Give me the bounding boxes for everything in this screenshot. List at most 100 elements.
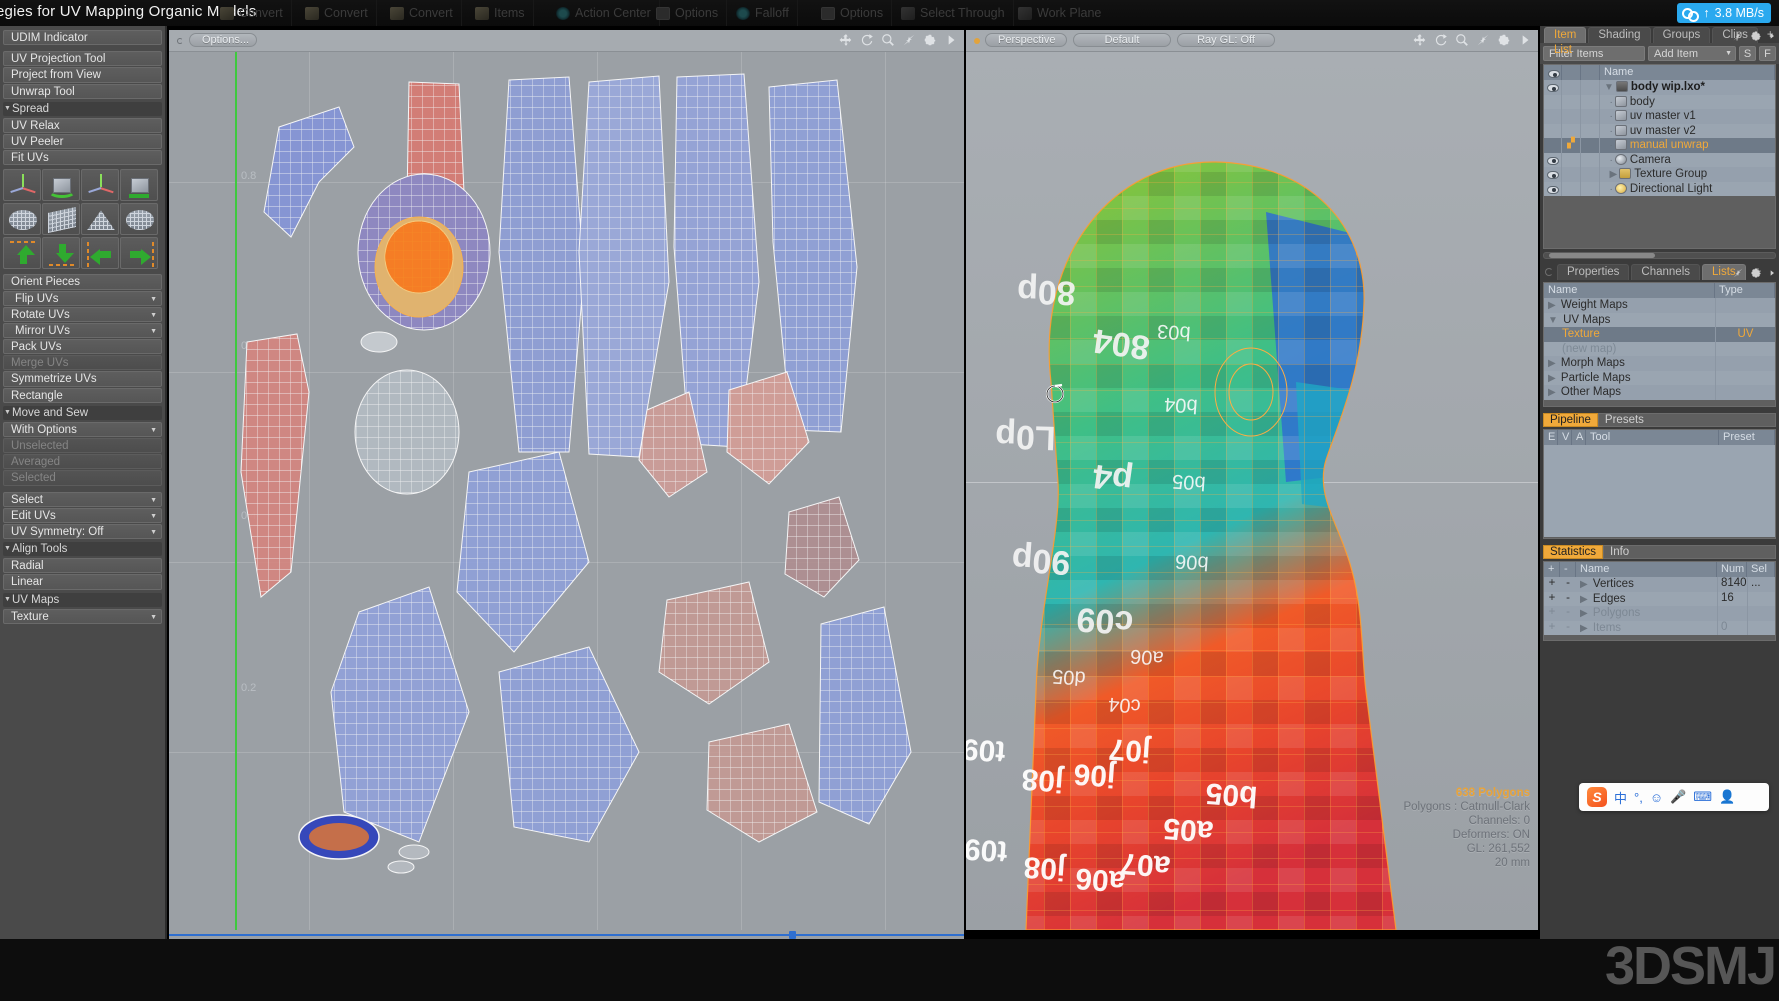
zoom-icon[interactable] (1455, 33, 1469, 47)
gear-icon[interactable] (923, 33, 937, 47)
scene-button[interactable]: S (1739, 46, 1756, 61)
toolbar-group-convert-3[interactable]: Convert (382, 0, 462, 26)
perspective-viewport[interactable]: Perspective Default Ray GL: Off 80p 804 … (966, 30, 1538, 930)
table-row[interactable]: ▞ · manual unwrap (1544, 138, 1775, 153)
rotate-cube-icon[interactable] (42, 169, 80, 202)
ime-language-toggle[interactable]: 中 (1614, 788, 1627, 807)
add-stat-button[interactable]: + (1544, 577, 1560, 592)
tab-info[interactable]: Info (1603, 545, 1776, 559)
expand-icon[interactable] (1732, 30, 1744, 42)
gear-icon[interactable] (1750, 267, 1762, 279)
table-row[interactable]: ▼ body wip.lxo* (1544, 80, 1775, 95)
perspective-canvas[interactable]: 80p 804 L0p p4 90p c09 b03 b04 b05 b06 d… (966, 52, 1538, 930)
sidebar-item-uv-projection-tool[interactable]: UV Projection Tool (3, 51, 162, 67)
tab-channels[interactable]: Channels (1631, 264, 1701, 280)
pipeline-empty-area[interactable] (1544, 445, 1775, 537)
lock-toggle[interactable] (1562, 123, 1581, 138)
chevron-right-icon[interactable] (1768, 267, 1776, 279)
list-item[interactable]: ▶ Particle Maps (1544, 370, 1775, 385)
sidebar-item-udim-indicator[interactable]: UDIM Indicator (3, 30, 162, 46)
add-item-dropdown[interactable]: Add Item (1648, 46, 1736, 61)
gear-icon[interactable] (1750, 30, 1762, 42)
table-row[interactable]: + - ▶ Vertices 8140 ... (1544, 577, 1775, 592)
toolbar-group-work-plane[interactable]: Work Plane (1010, 0, 1109, 26)
sidebar-item-orient-pieces[interactable]: Orient Pieces (3, 274, 162, 290)
lock-toggle[interactable] (1562, 181, 1581, 196)
spherical-mesh-icon[interactable] (120, 203, 158, 236)
list-item[interactable]: ▶ Other Maps (1544, 385, 1775, 400)
view-mode-button[interactable]: Perspective (985, 33, 1067, 47)
axis-toggle[interactable] (1581, 80, 1600, 95)
align-top-icon[interactable] (3, 237, 41, 270)
lock-toggle[interactable] (1562, 152, 1581, 167)
toolbar-group-select-through[interactable]: Select Through (893, 0, 1014, 26)
sidebar-item-symmetrize-uvs[interactable]: Symmetrize UVs (3, 371, 162, 387)
panel-menu-dot-icon[interactable] (1542, 265, 1555, 278)
sidebar-section-spread[interactable]: Spread (3, 101, 162, 116)
visibility-toggle[interactable] (1544, 109, 1562, 124)
table-row[interactable]: + - ▶ Edges 16 (1544, 591, 1775, 607)
rotate-icon[interactable] (860, 33, 874, 47)
flatten-mesh-icon[interactable] (3, 203, 41, 236)
toolbar-group-options-2[interactable]: Options (813, 0, 893, 26)
axis-toggle[interactable] (1581, 167, 1600, 182)
axis-toggle[interactable] (1581, 123, 1600, 138)
pan-icon[interactable] (1413, 33, 1427, 47)
sidebar-item-select[interactable]: Select (3, 491, 162, 507)
sidebar-item-uv-peeler[interactable]: UV Peeler (3, 133, 162, 150)
sidebar-section-move-and-sew[interactable]: Move and Sew (3, 405, 162, 420)
tab-properties[interactable]: Properties (1557, 264, 1630, 280)
rotate-icon[interactable] (1434, 33, 1448, 47)
fit-icon[interactable] (1476, 33, 1490, 47)
axis-toggle[interactable] (1581, 152, 1600, 167)
expand-icon[interactable] (1732, 267, 1744, 279)
lock-toggle[interactable] (1562, 94, 1581, 109)
axis-toggle[interactable] (1581, 94, 1600, 109)
chevron-right-icon[interactable] (1518, 33, 1532, 47)
lock-toggle[interactable] (1562, 109, 1581, 124)
visibility-toggle[interactable] (1544, 181, 1562, 196)
filter-button[interactable]: F (1759, 46, 1776, 61)
viewport-menu-dot-icon[interactable] (974, 38, 980, 44)
sogou-logo-icon[interactable]: S (1587, 787, 1607, 807)
toolbar-group-items[interactable]: Items (467, 0, 534, 26)
pan-icon[interactable] (839, 33, 853, 47)
tab-shading[interactable]: Shading (1588, 27, 1651, 43)
table-row[interactable]: + - ▶ Items 0 (1544, 620, 1775, 636)
tab-pipeline[interactable]: Pipeline (1543, 413, 1598, 427)
sidebar-item-with-options[interactable]: With Options (3, 421, 162, 437)
align-bottom-icon[interactable] (42, 237, 80, 270)
visibility-toggle[interactable] (1544, 123, 1562, 138)
ime-punctuation-toggle[interactable]: °, (1634, 790, 1643, 805)
sidebar-item-pack-uvs[interactable]: Pack UVs (3, 339, 162, 355)
list-item[interactable]: ▶ Weight Maps (1544, 298, 1775, 313)
remove-stat-button[interactable]: - (1560, 621, 1576, 636)
chevron-right-icon[interactable] (1768, 30, 1776, 42)
sidebar-item-linear[interactable]: Linear (3, 574, 162, 590)
align-left-icon[interactable] (81, 237, 119, 270)
visibility-toggle[interactable] (1544, 152, 1562, 167)
sidebar-item-edit-uvs[interactable]: Edit UVs (3, 507, 162, 523)
toolbar-group-convert-1[interactable]: Convert (212, 0, 292, 26)
sidebar-section-align-tools[interactable]: Align Tools (3, 542, 162, 557)
tab-statistics[interactable]: Statistics (1543, 545, 1604, 559)
toolbar-group-convert-2[interactable]: Convert (297, 0, 377, 26)
toolbar-group-falloff[interactable]: Falloff (728, 0, 798, 26)
sidebar-item-texture-map[interactable]: Texture (3, 608, 162, 624)
visibility-toggle[interactable] (1544, 80, 1562, 95)
gear-icon[interactable] (1497, 33, 1511, 47)
cylindrical-mesh-icon[interactable] (81, 203, 119, 236)
viewport-menu-dot-icon[interactable] (177, 38, 183, 44)
sidebar-item-uv-relax[interactable]: UV Relax (3, 117, 162, 133)
network-speed-badge[interactable]: ↑ 3.8 MB/s (1677, 3, 1771, 23)
add-stat-button[interactable]: + (1544, 592, 1560, 607)
toolbar-group-action-center[interactable]: Action Center (548, 0, 660, 26)
lock-toggle[interactable]: ▞ (1562, 138, 1581, 153)
item-list-hscrollbar[interactable] (1543, 252, 1776, 259)
move-axis-icon[interactable] (3, 169, 41, 202)
lock-toggle[interactable] (1562, 80, 1581, 95)
ime-emoji-icon[interactable]: ☺ (1650, 790, 1663, 805)
planar-mesh-icon[interactable] (42, 203, 80, 236)
table-row[interactable]: + - ▶ Polygons (1544, 606, 1775, 621)
axis-toggle[interactable] (1581, 109, 1600, 124)
